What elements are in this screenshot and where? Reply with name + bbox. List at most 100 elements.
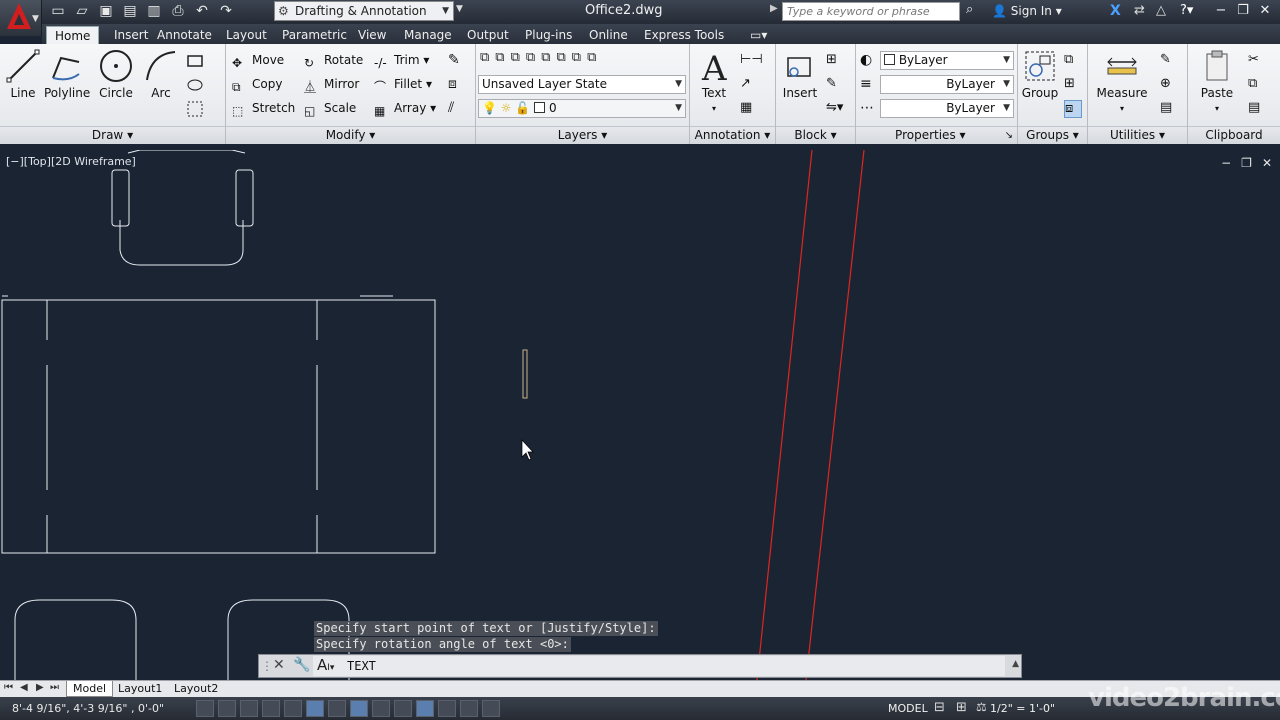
- restore-icon[interactable]: ❐: [1232, 0, 1254, 22]
- osnap-icon[interactable]: [306, 700, 324, 717]
- exchange-icon[interactable]: X: [1110, 3, 1121, 19]
- quick-view-drawings-icon[interactable]: ⊞: [956, 700, 967, 715]
- insert-button[interactable]: Insert: [780, 48, 820, 100]
- hatch-icon[interactable]: [186, 76, 204, 94]
- draw-panel-title[interactable]: Draw ▾: [0, 126, 225, 144]
- ungroup-icon[interactable]: ⧉: [1064, 52, 1082, 70]
- tab-output[interactable]: Output: [459, 26, 517, 44]
- modify-panel-title[interactable]: Modify ▾: [226, 126, 475, 144]
- stretch-button[interactable]: ⬚ Stretch: [232, 98, 295, 118]
- group-button[interactable]: Group: [1020, 48, 1060, 100]
- color-select[interactable]: ByLayer ▼: [880, 51, 1014, 70]
- customize-qat-icon[interactable]: ▼: [456, 4, 463, 14]
- edit-attributes-icon[interactable]: ⇋▾: [826, 100, 844, 118]
- offset-icon[interactable]: ⫽: [448, 100, 466, 118]
- viewport-minimize-icon[interactable]: −: [1221, 156, 1231, 170]
- close-icon[interactable]: ✕: [273, 657, 285, 673]
- create-block-icon[interactable]: ⊞: [826, 52, 844, 70]
- leader-icon[interactable]: ↗: [740, 76, 758, 94]
- viewport-close-icon[interactable]: ✕: [1262, 156, 1272, 170]
- line-button[interactable]: Line: [4, 48, 42, 100]
- model-space-toggle[interactable]: MODEL: [888, 702, 928, 715]
- layer-lock-icon[interactable]: ⧉: [587, 50, 596, 65]
- polar-icon[interactable]: [284, 700, 302, 717]
- point-id-icon[interactable]: ⊕: [1160, 76, 1178, 94]
- tab-layout1[interactable]: Layout1: [112, 681, 168, 697]
- gradient-icon[interactable]: [186, 100, 204, 118]
- utilities-panel-title[interactable]: Utilities ▾: [1088, 126, 1187, 144]
- new-icon[interactable]: ▭: [48, 2, 68, 20]
- annotation-panel-title[interactable]: Annotation ▾: [690, 126, 775, 144]
- tab-layout[interactable]: Layout: [218, 26, 275, 44]
- grid-icon[interactable]: [240, 700, 258, 717]
- 3d-osnap-icon[interactable]: [328, 700, 346, 717]
- close-icon[interactable]: ✕: [1254, 0, 1276, 22]
- grip-icon[interactable]: ⋮: [261, 659, 273, 673]
- layer-properties-icon[interactable]: ⧉: [480, 50, 489, 65]
- undo-icon[interactable]: ↶: [192, 2, 212, 20]
- match-properties-clip-icon[interactable]: ▤: [1248, 100, 1266, 118]
- arc-button[interactable]: Arc: [142, 48, 180, 100]
- tab-view[interactable]: View: [350, 26, 394, 44]
- lineweight-toggle-icon[interactable]: [416, 700, 434, 717]
- fillet-button[interactable]: ⌒ Fillet ▾: [374, 74, 432, 94]
- layer-previous-icon[interactable]: ⧉: [511, 50, 520, 65]
- lineweight-select[interactable]: ByLayer ▼: [880, 99, 1014, 118]
- scale-button[interactable]: ◱ Scale: [304, 98, 356, 118]
- layer-select[interactable]: 💡 ☼ 🔓 0 ▼: [478, 99, 686, 118]
- layer-off-icon[interactable]: ⧉: [572, 50, 581, 65]
- table-icon[interactable]: ▦: [740, 100, 758, 118]
- quick-select-icon[interactable]: ✎: [1160, 52, 1178, 70]
- redo-icon[interactable]: ↷: [216, 2, 236, 20]
- first-tab-icon[interactable]: ⏮: [4, 682, 13, 693]
- tab-online[interactable]: Online: [581, 26, 636, 44]
- transparency-icon[interactable]: [438, 700, 456, 717]
- tab-model[interactable]: Model: [66, 681, 114, 697]
- wrench-icon[interactable]: 🔧: [293, 657, 310, 673]
- block-panel-title[interactable]: Block ▾: [776, 126, 855, 144]
- layer-state-select[interactable]: Unsaved Layer State ▼: [478, 75, 686, 94]
- explode-icon[interactable]: ⧈: [448, 76, 466, 94]
- move-button[interactable]: ✥ Move: [232, 50, 284, 70]
- viewport-label[interactable]: [−][Top][2D Wireframe]: [6, 155, 136, 168]
- tab-annotate[interactable]: Annotate: [149, 26, 220, 44]
- infer-constraints-icon[interactable]: [196, 700, 214, 717]
- copy-clip-icon[interactable]: ⧉: [1248, 76, 1266, 94]
- sign-in-button[interactable]: 👤 Sign In ▾: [992, 4, 1062, 18]
- layer-match-icon[interactable]: ⧉: [495, 50, 504, 65]
- snap-icon[interactable]: [218, 700, 236, 717]
- calculator-icon[interactable]: ▤: [1160, 100, 1178, 118]
- layer-freeze-icon[interactable]: ⧉: [556, 50, 565, 65]
- paste-button[interactable]: Paste ▾: [1194, 48, 1240, 114]
- ribbon-minimize-icon[interactable]: ▭▾: [742, 26, 775, 44]
- last-tab-icon[interactable]: ⏭: [50, 682, 59, 693]
- copy-button[interactable]: ⧉ Copy: [232, 74, 282, 94]
- help-icon[interactable]: ?▾: [1180, 3, 1193, 18]
- print-icon[interactable]: ⎙: [168, 2, 188, 20]
- quick-properties-icon[interactable]: [460, 700, 478, 717]
- open-icon[interactable]: ▱: [72, 2, 92, 20]
- prev-tab-icon[interactable]: ◀: [20, 682, 28, 693]
- layer-isolate-icon[interactable]: ⧉: [526, 50, 535, 65]
- dimension-icon[interactable]: ⊢⊣: [740, 52, 763, 70]
- coordinates-readout[interactable]: 8'-4 9/16", 4'-3 9/16" , 0'-0": [12, 702, 164, 715]
- polyline-button[interactable]: Polyline: [44, 48, 90, 100]
- text-button[interactable]: A Text ▾: [694, 48, 734, 114]
- circle-button[interactable]: Circle: [96, 48, 136, 100]
- chevron-right-icon[interactable]: ▶: [770, 3, 778, 14]
- selection-cycling-icon[interactable]: [482, 700, 500, 717]
- edit-block-icon[interactable]: ✎: [826, 76, 844, 94]
- search-input[interactable]: Type a keyword or phrase: [782, 2, 960, 21]
- layer-unisolate-icon[interactable]: ⧉: [541, 50, 550, 65]
- match-properties-icon[interactable]: ◐: [860, 52, 878, 70]
- next-tab-icon[interactable]: ▶: [36, 682, 44, 693]
- tab-parametric[interactable]: Parametric: [274, 26, 355, 44]
- tab-layout2[interactable]: Layout2: [168, 681, 224, 697]
- dyn-icon[interactable]: [394, 700, 412, 717]
- array-button[interactable]: ▦ Array ▾: [374, 98, 436, 118]
- minimize-icon[interactable]: −: [1210, 0, 1232, 22]
- dialog-launcher-icon[interactable]: ↘: [1005, 127, 1013, 144]
- viewport-restore-icon[interactable]: ❐: [1241, 156, 1252, 170]
- application-menu-button[interactable]: ▼: [0, 0, 42, 36]
- rectangle-icon[interactable]: [186, 52, 204, 70]
